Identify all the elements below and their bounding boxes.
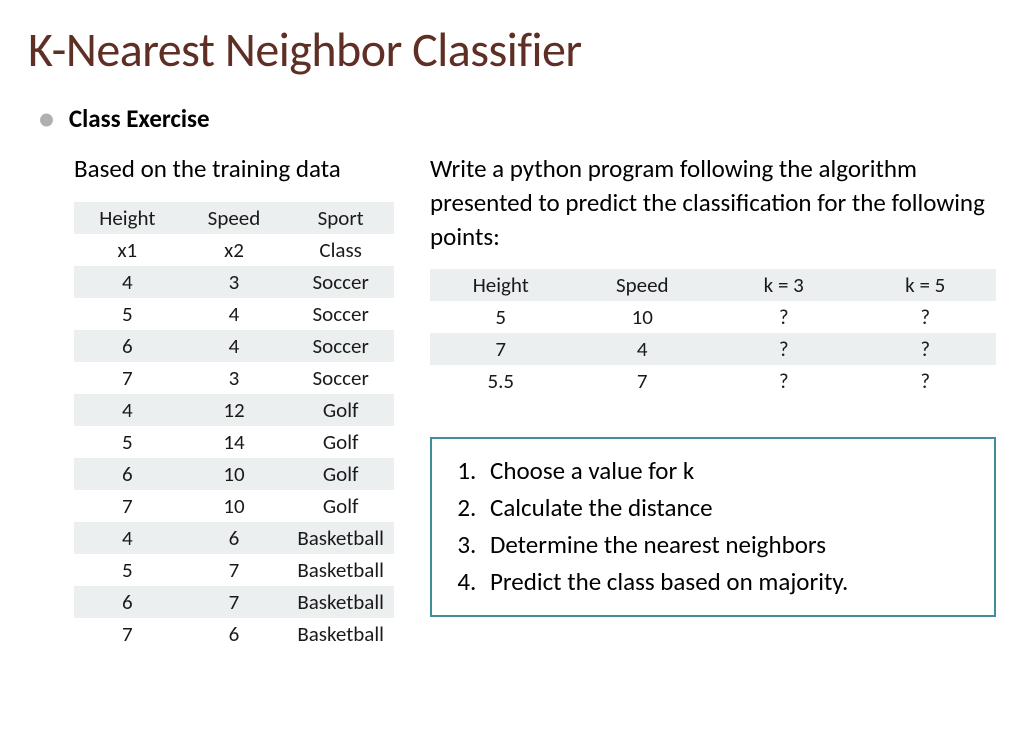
training-lead: Based on the training data <box>74 152 394 186</box>
right-column: Write a python program following the alg… <box>430 152 996 650</box>
col-header: Height <box>430 269 572 301</box>
table-row: 46Basketball <box>74 522 394 554</box>
training-table: Height Speed Sport x1 x2 Class 43Soccer … <box>74 202 394 650</box>
col-subheader: Class <box>287 234 394 266</box>
exercise-heading: ● Class Exercise <box>38 103 996 134</box>
table-row: 610Golf <box>74 458 394 490</box>
col-header: Height <box>74 202 181 234</box>
col-subheader: x1 <box>74 234 181 266</box>
col-subheader: x2 <box>181 234 288 266</box>
table-row: 710Golf <box>74 490 394 522</box>
table-header-row: Height Speed Sport <box>74 202 394 234</box>
table-subheader-row: x1 x2 Class <box>74 234 394 266</box>
algorithm-list: Choose a value for k Calculate the dista… <box>446 453 974 599</box>
table-row: 64Soccer <box>74 330 394 362</box>
table-row: 57Basketball <box>74 554 394 586</box>
col-header: Sport <box>287 202 394 234</box>
list-item: Determine the nearest neighbors <box>482 527 974 562</box>
predict-table: Height Speed k = 3 k = 5 510?? 74?? 5.57… <box>430 269 996 397</box>
col-header: Speed <box>572 269 714 301</box>
algorithm-box: Choose a value for k Calculate the dista… <box>430 437 996 617</box>
table-row: 514Golf <box>74 426 394 458</box>
table-row: 54Soccer <box>74 298 394 330</box>
table-row: 43Soccer <box>74 266 394 298</box>
table-row: 412Golf <box>74 394 394 426</box>
bullet-icon: ● <box>38 105 55 133</box>
task-lead: Write a python program following the alg… <box>430 152 996 253</box>
left-column: Based on the training data Height Speed … <box>74 152 394 650</box>
table-row: 5.57?? <box>430 365 996 397</box>
table-row: 74?? <box>430 333 996 365</box>
table-row: 510?? <box>430 301 996 333</box>
slide-body: ● Class Exercise Based on the training d… <box>28 103 996 650</box>
list-item: Choose a value for k <box>482 453 974 488</box>
col-header: k = 5 <box>855 269 997 301</box>
exercise-heading-text: Class Exercise <box>69 103 210 134</box>
table-row: 76Basketball <box>74 618 394 650</box>
list-item: Calculate the distance <box>482 490 974 525</box>
col-header: k = 3 <box>713 269 855 301</box>
list-item: Predict the class based on majority. <box>482 564 974 599</box>
table-row: 67Basketball <box>74 586 394 618</box>
slide-title: K-Nearest Neighbor Classifier <box>28 20 996 79</box>
col-header: Speed <box>181 202 288 234</box>
table-row: 73Soccer <box>74 362 394 394</box>
table-header-row: Height Speed k = 3 k = 5 <box>430 269 996 301</box>
